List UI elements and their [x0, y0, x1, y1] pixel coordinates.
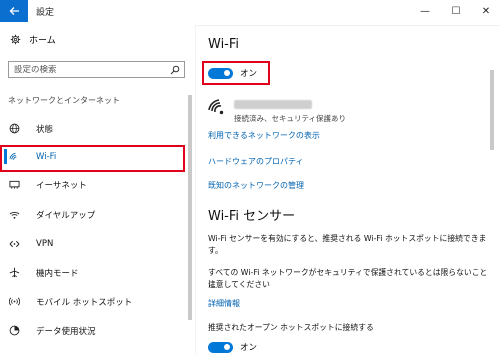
search-icon[interactable] — [170, 65, 180, 75]
section-heading: ネットワークとインターネット — [8, 96, 120, 105]
hotspot-icon — [7, 296, 21, 307]
toggle-switch[interactable] — [208, 341, 233, 353]
back-arrow-icon — [9, 7, 19, 15]
sidebar-item-status[interactable]: 状態 — [0, 117, 185, 140]
ethernet-icon — [7, 180, 21, 190]
highlight-box-wifi — [0, 145, 185, 172]
sidebar-item-label: 状態 — [36, 124, 54, 135]
network-name-redacted — [234, 100, 312, 109]
sidebar-item-airplane[interactable]: 機内モード — [0, 261, 185, 284]
sidebar-item-hotspot[interactable]: モバイル ホットスポット — [0, 290, 185, 313]
window-title: 設定 — [36, 8, 55, 18]
globe-icon — [7, 123, 21, 134]
maximize-button[interactable]: ☐ — [446, 3, 466, 19]
search-input[interactable] — [14, 64, 164, 75]
data-usage-icon — [7, 325, 21, 336]
home-label: ホーム — [29, 36, 56, 46]
home-link[interactable]: ホーム — [10, 33, 56, 46]
back-button[interactable] — [0, 0, 28, 22]
sidebar-item-label: VPN — [36, 238, 54, 249]
divider — [195, 25, 196, 355]
airplane-icon — [7, 267, 21, 278]
sidebar-item-ethernet[interactable]: イーサネット — [0, 173, 185, 196]
link-known-networks[interactable]: 既知のネットワークの管理 — [208, 180, 304, 191]
dialup-icon — [7, 210, 21, 220]
title-bar: 設定 — ☐ ✕ — [0, 0, 500, 26]
network-status: 接続済み、セキュリティ保護あり — [234, 114, 347, 123]
open-hotspot-label: 推奨されたオープン ホットスポットに接続する — [208, 323, 374, 332]
sidebar-item-label: イーサネット — [36, 180, 87, 191]
gear-icon — [10, 34, 21, 45]
sidebar-item-label: ダイヤルアップ — [36, 210, 96, 221]
sidebar-item-data-usage[interactable]: データ使用状況 — [0, 319, 185, 342]
page-title: Wi-Fi — [208, 37, 240, 52]
highlight-box-toggle — [202, 61, 270, 85]
sidebar-item-vpn[interactable]: VPN — [0, 232, 185, 255]
link-more-info[interactable]: 詳細情報 — [208, 298, 240, 309]
wifi-signal-icon — [208, 99, 224, 115]
settings-search[interactable] — [8, 61, 185, 78]
wifi-sense-description: Wi-Fi センサーを有効にすると、推奨される Wi-Fi ホットスポットに接続… — [208, 234, 487, 255]
sidebar-scrollbar[interactable] — [188, 95, 192, 320]
link-hardware-properties[interactable]: ハードウェアのプロパティ — [208, 156, 304, 167]
close-button[interactable]: ✕ — [476, 3, 496, 19]
toggle-state: オン — [240, 343, 258, 353]
current-network[interactable]: 接続済み、セキュリティ保護あり — [208, 99, 346, 124]
link-available-networks[interactable]: 利用できるネットワークの表示 — [208, 130, 320, 141]
vpn-icon — [7, 239, 21, 249]
sidebar-item-label: モバイル ホットスポット — [36, 297, 133, 308]
sidebar-item-dialup[interactable]: ダイヤルアップ — [0, 203, 185, 226]
toggle-knob — [224, 344, 230, 350]
wifi-sense-heading: Wi-Fi センサー — [208, 209, 296, 224]
sidebar-item-label: 機内モード — [36, 268, 79, 279]
minimize-button[interactable]: — — [415, 3, 435, 19]
main-scrollbar[interactable] — [490, 70, 494, 150]
wifi-sense-warning-line2: 注意してください — [208, 280, 270, 289]
sidebar-item-label: データ使用状況 — [36, 326, 96, 337]
open-hotspot-toggle[interactable]: オン — [208, 341, 257, 353]
